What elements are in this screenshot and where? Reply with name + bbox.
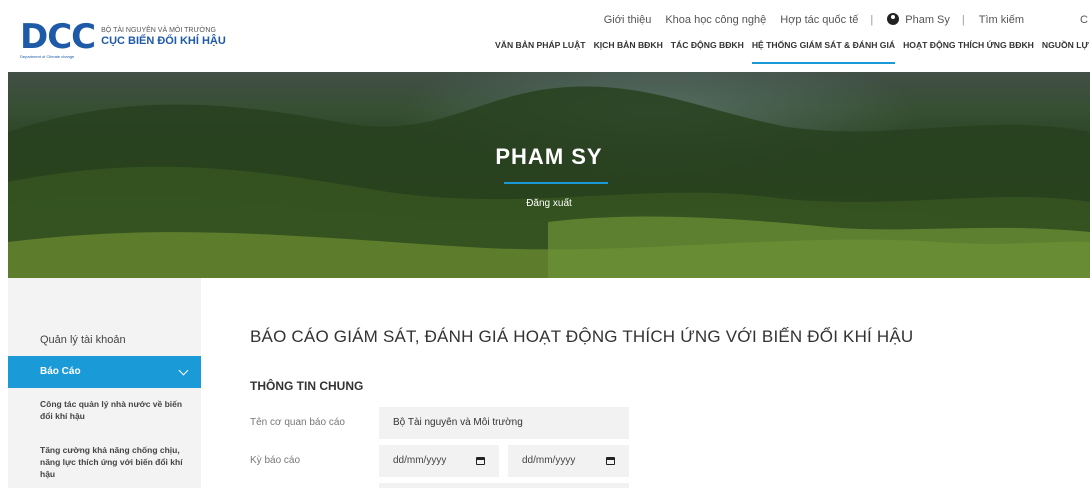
nav-scenarios[interactable]: KỊCH BẢN BĐKH [594,40,663,64]
nav-adaptation[interactable]: HOẠT ĐỘNG THÍCH ỨNG BĐKH [903,40,1034,64]
top-link-science[interactable]: Khoa học công nghệ [665,14,766,26]
site-logo[interactable]: DCC Department of Climate change BỘ TÀI … [20,17,226,59]
search-link[interactable]: Tìm kiếm [979,14,1024,26]
sidebar-subitem-state-management[interactable]: Công tác quản lý nhà nước về biến đổi kh… [40,398,190,422]
nav-impacts[interactable]: TÁC ĐỘNG BĐKH [671,40,744,64]
nav-monitoring[interactable]: HỆ THỐNG GIÁM SÁT & ĐÁNH GIÁ [751,40,896,64]
sidebar-item-label: Báo Cáo [40,366,81,377]
sidebar-subitem-resilience[interactable]: Tăng cường khả năng chống chịu, năng lực… [40,444,190,480]
agency-label: Tên cơ quan báo cáo [250,417,345,428]
date-from-input[interactable]: dd/mm/yyyy [379,445,499,477]
section-title: THÔNG TIN CHUNG [250,379,364,393]
agency-field[interactable]: Bộ Tài nguyên và Môi trường [379,407,629,439]
date-from-placeholder: dd/mm/yyyy [393,455,447,466]
date-to-input[interactable]: dd/mm/yyyy [508,445,629,477]
user-menu[interactable]: Pham Sy [887,13,950,26]
sidebar-item-reports[interactable]: Báo Cáo [8,356,201,388]
user-name: Pham Sy [905,14,950,26]
profile-banner: PHAM SY Đăng xuất [8,72,1090,278]
title-underline [504,182,608,184]
agency-name: CỤC BIẾN ĐỔI KHÍ HẬU [101,35,226,47]
top-link-intro[interactable]: Giới thiệu [604,14,652,26]
nav-resources[interactable]: NGUỒN LỰ [1042,40,1089,64]
user-icon [887,13,900,25]
calendar-icon[interactable] [606,457,615,465]
sidebar-item-account[interactable]: Quản lý tài khoản [40,334,126,346]
divider: | [870,13,874,26]
landscape-image [8,72,1090,278]
ministry-name: BỘ TÀI NGUYÊN VÀ MÔI TRƯỜNG [101,27,216,34]
logo-mark: DCC [20,17,96,57]
profile-name: PHAM SY [495,144,603,169]
sidebar: Quản lý tài khoản Báo Cáo Công tác quản … [8,278,201,488]
divider: | [961,13,965,26]
chevron-down-icon [178,365,189,376]
top-link-clipped[interactable]: C [1080,14,1090,26]
logo-text: BỘ TÀI NGUYÊN VÀ MÔI TRƯỜNG CỤC BIẾN ĐỔI… [101,26,226,48]
nav-legal-docs[interactable]: VĂN BẢN PHÁP LUẬT [495,40,586,64]
next-field[interactable] [379,483,629,488]
top-link-cooperation[interactable]: Hợp tác quốc tế [780,14,858,26]
date-to-placeholder: dd/mm/yyyy [522,455,576,466]
period-label: Kỳ báo cáo [250,455,301,466]
top-nav: Giới thiệu Khoa học công nghệ Hợp tác qu… [590,13,1090,26]
page-title: BÁO CÁO GIÁM SÁT, ĐÁNH GIÁ HOẠT ĐỘNG THÍ… [250,327,914,346]
logo-subtitle: Department of Climate change [20,54,75,59]
site-header: DCC Department of Climate change BỘ TÀI … [0,0,1090,72]
main-nav: VĂN BẢN PHÁP LUẬT KỊCH BẢN BĐKH TÁC ĐỘNG… [495,40,1090,64]
logout-link[interactable]: Đăng xuất [8,198,1090,209]
calendar-icon[interactable] [476,457,485,465]
